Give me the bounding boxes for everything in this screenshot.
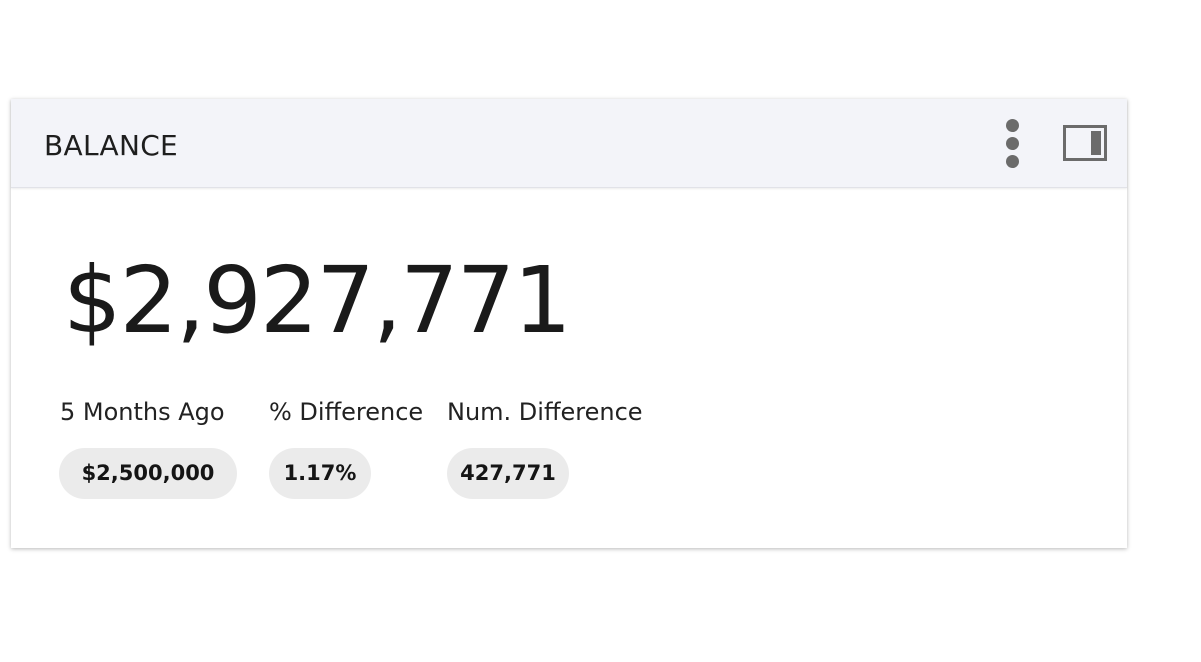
menu-dot [1006, 137, 1019, 150]
stat-label-num-difference: Num. Difference [447, 398, 643, 426]
stat-label-months-ago: 5 Months Ago [60, 398, 225, 426]
card-header: BALANCE [11, 99, 1127, 188]
stat-value-num-difference: 427,771 [447, 448, 569, 499]
stat-label-percent-difference: % Difference [269, 398, 424, 426]
side-panel-fill [1091, 131, 1101, 155]
menu-dot [1006, 155, 1019, 168]
card-title: BALANCE [44, 129, 179, 162]
stat-value-percent-difference: 1.17% [269, 448, 371, 499]
stat-value-months-ago: $2,500,000 [59, 448, 237, 499]
menu-dot [1006, 119, 1019, 132]
balance-value: $2,927,771 [63, 247, 572, 354]
balance-card: BALANCE $2,927,771 5 Months Ago % Differ… [11, 99, 1127, 548]
side-panel-icon[interactable] [1063, 125, 1107, 161]
more-vertical-icon[interactable] [998, 117, 1028, 169]
